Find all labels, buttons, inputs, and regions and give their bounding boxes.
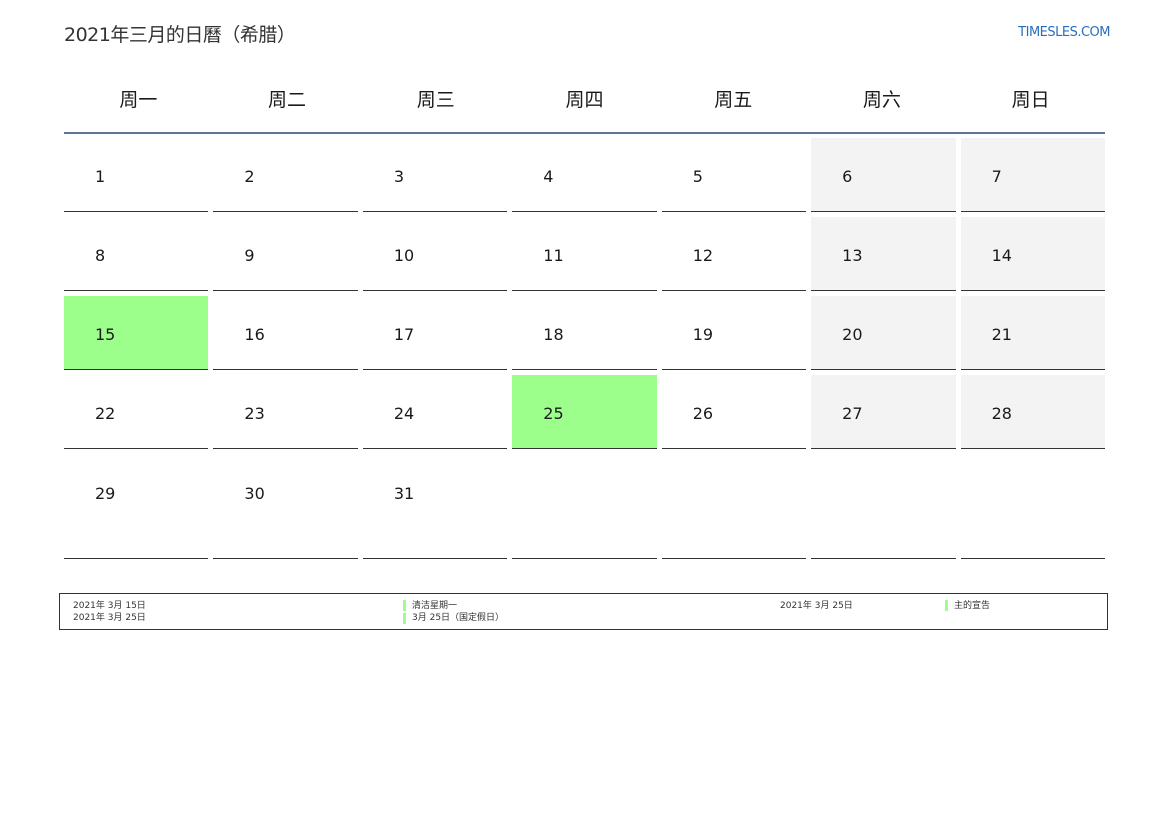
day-cell[interactable]: 17 <box>362 296 508 370</box>
day-cell[interactable]: 26 <box>661 375 807 449</box>
day-cell[interactable]: 30 <box>213 455 358 559</box>
day-cell[interactable]: 9 <box>213 217 358 291</box>
day-cell-empty <box>960 455 1105 559</box>
day-number: 13 <box>842 246 863 265</box>
day-number: 28 <box>991 404 1012 423</box>
legend-date: 2021年 3月 15日 <box>73 601 146 611</box>
day-cell[interactable]: 10 <box>362 217 508 291</box>
day-cell[interactable]: 12 <box>661 217 807 291</box>
day-number: 16 <box>244 325 265 344</box>
day-cell[interactable]: 23 <box>213 375 358 449</box>
day-number: 29 <box>95 484 116 503</box>
legend-date: 2021年 3月 25日 <box>780 601 853 611</box>
holiday-color-marker <box>945 600 948 611</box>
weekday-wed: 周三 <box>416 89 455 111</box>
day-cell-empty <box>661 455 807 559</box>
weekday-sun: 周日 <box>1011 89 1050 111</box>
day-number: 3 <box>393 167 405 186</box>
day-number: 21 <box>991 325 1012 344</box>
day-number: 6 <box>842 167 853 186</box>
day-number: 25 <box>543 404 564 423</box>
day-number: 9 <box>244 246 255 265</box>
calendar-grid: 1 2 3 4 5 6 7 8 9 10 11 12 13 14 15 16 1… <box>64 138 1105 559</box>
day-cell[interactable]: 5 <box>661 138 807 212</box>
day-number: 2 <box>244 167 255 186</box>
day-cell[interactable]: 4 <box>512 138 657 212</box>
holiday-color-marker <box>403 613 406 624</box>
day-number: 8 <box>95 246 106 265</box>
day-number: 22 <box>95 404 116 423</box>
day-number: 24 <box>393 404 415 423</box>
weekday-header: 周一 周二 周三 周四 周五 周六 周日 <box>64 80 1105 134</box>
day-cell[interactable]: 16 <box>213 296 358 370</box>
holiday-color-marker <box>403 600 406 611</box>
day-number: 31 <box>393 484 415 503</box>
legend-holiday-name: 清洁星期一 <box>412 601 458 611</box>
day-number: 30 <box>244 484 265 503</box>
day-cell[interactable]: 31 <box>362 455 508 559</box>
weekday-tue: 周二 <box>268 89 307 111</box>
day-cell[interactable]: 2 <box>213 138 358 212</box>
day-number: 19 <box>692 325 714 344</box>
day-number: 1 <box>95 167 106 186</box>
day-cell-empty <box>512 455 657 559</box>
weekday-mon: 周一 <box>119 89 158 111</box>
day-cell-weekend[interactable]: 27 <box>811 375 956 449</box>
legend-holiday-name: 主的宣告 <box>954 601 991 611</box>
day-number: 4 <box>543 167 554 186</box>
day-cell[interactable]: 24 <box>362 375 508 449</box>
day-cell[interactable]: 1 <box>64 138 209 212</box>
day-cell-weekend[interactable]: 6 <box>811 138 956 212</box>
day-cell-weekend[interactable]: 20 <box>811 296 956 370</box>
weekday-sat: 周六 <box>862 89 901 111</box>
day-cell[interactable]: 29 <box>64 455 209 559</box>
day-cell[interactable]: 22 <box>64 375 209 449</box>
day-cell[interactable]: 18 <box>512 296 657 370</box>
day-number: 27 <box>842 404 863 423</box>
day-cell-weekend[interactable]: 14 <box>960 217 1105 291</box>
day-cell-weekend[interactable]: 13 <box>811 217 956 291</box>
day-number: 14 <box>991 246 1012 265</box>
weekday-thu: 周四 <box>565 89 604 111</box>
legend-holiday-name: 3月 25日（国定假日） <box>412 613 505 623</box>
holiday-legend: 2021年 3月 15日 清洁星期一 2021年 3月 25日 3月 25日（国… <box>59 593 1108 630</box>
site-link[interactable]: TIMESLES.COM <box>1018 25 1110 40</box>
day-number: 23 <box>244 404 265 423</box>
day-number: 11 <box>543 246 564 265</box>
day-number: 15 <box>95 325 116 344</box>
day-cell[interactable]: 3 <box>362 138 508 212</box>
day-cell-holiday[interactable]: 15 <box>64 296 209 370</box>
day-number: 17 <box>393 325 415 344</box>
day-cell[interactable]: 11 <box>512 217 657 291</box>
day-cell[interactable]: 19 <box>661 296 807 370</box>
day-number: 26 <box>692 404 714 423</box>
weekday-fri: 周五 <box>714 89 753 111</box>
day-cell-weekend[interactable]: 21 <box>960 296 1105 370</box>
day-cell-holiday[interactable]: 25 <box>512 375 657 449</box>
day-number: 20 <box>842 325 863 344</box>
page-title: 2021年三月的日曆（希腊） <box>64 24 296 46</box>
day-number: 12 <box>692 246 714 265</box>
day-cell-weekend[interactable]: 28 <box>960 375 1105 449</box>
day-cell-weekend[interactable]: 7 <box>960 138 1105 212</box>
day-cell-empty <box>811 455 956 559</box>
day-number: 5 <box>692 167 703 186</box>
day-cell[interactable]: 8 <box>64 217 209 291</box>
legend-date: 2021年 3月 25日 <box>73 613 146 623</box>
day-number: 10 <box>393 246 415 265</box>
day-number: 18 <box>543 325 564 344</box>
day-number: 7 <box>991 167 1002 186</box>
